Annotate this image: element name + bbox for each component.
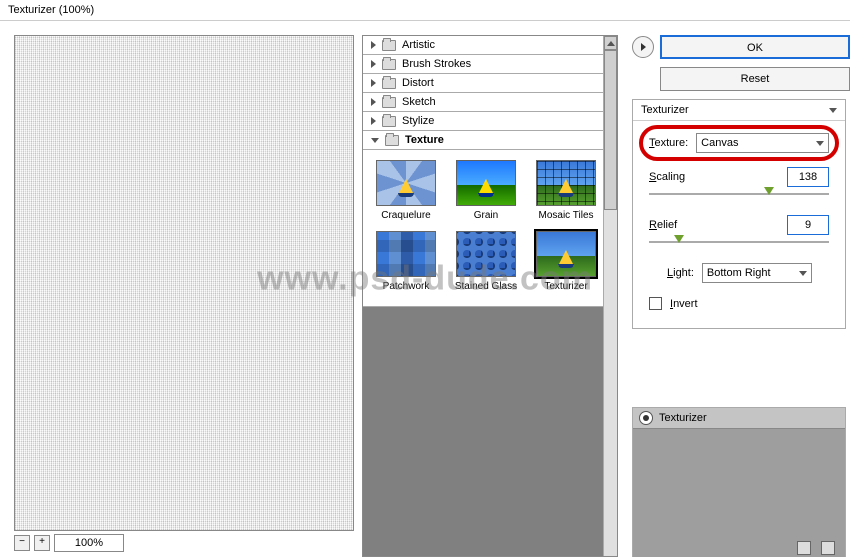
filter-panel: Artistic Brush Strokes Distort Sketch St	[362, 35, 618, 557]
scaling-input[interactable]	[787, 167, 829, 187]
thumb-grain[interactable]: Grain	[451, 160, 521, 221]
category-label: Sketch	[402, 96, 436, 108]
chevron-right-icon	[371, 41, 376, 49]
effect-layer-name: Texturizer	[659, 412, 707, 424]
delete-effect-layer-button[interactable]	[821, 541, 835, 555]
thumb-label: Stained Glass	[451, 281, 521, 292]
invert-checkbox[interactable]	[649, 297, 662, 310]
category-artistic[interactable]: Artistic	[363, 36, 617, 55]
group-title: Texturizer	[641, 104, 689, 116]
canvas-texture-preview	[15, 36, 353, 530]
chevron-right-icon	[371, 60, 376, 68]
light-label: Light:	[667, 267, 694, 279]
category-sketch[interactable]: Sketch	[363, 93, 617, 112]
category-label: Texture	[405, 134, 444, 146]
thumb-stained-glass[interactable]: Stained Glass	[451, 231, 521, 292]
texture-thumb-grid: Craquelure Grain Mosaic Tiles Patchwork …	[363, 150, 617, 307]
invert-label: Invert	[670, 298, 698, 310]
zoom-field[interactable]	[54, 534, 124, 552]
thumb-label: Texturizer	[531, 281, 601, 292]
window-title: Texturizer (100%)	[0, 0, 850, 21]
preview-panel: − +	[0, 21, 362, 557]
scaling-slider[interactable]	[649, 187, 829, 201]
relief-slider[interactable]	[649, 235, 829, 249]
scaling-label: Scaling	[649, 171, 685, 183]
new-effect-layer-button[interactable]	[797, 541, 811, 555]
zoom-out-button[interactable]: −	[14, 535, 30, 551]
preview-area[interactable]	[14, 35, 354, 531]
chevron-down-icon	[371, 138, 379, 143]
thumb-craquelure[interactable]: Craquelure	[371, 160, 441, 221]
relief-input[interactable]	[787, 215, 829, 235]
chevron-right-icon	[641, 43, 646, 51]
scroll-thumb[interactable]	[604, 50, 617, 210]
category-distort[interactable]: Distort	[363, 74, 617, 93]
settings-panel: OK Reset Texturizer Texture: Canvas	[618, 21, 850, 557]
texture-select[interactable]: Canvas	[696, 133, 829, 153]
folder-icon	[382, 40, 396, 51]
folder-icon	[382, 97, 396, 108]
thumb-label: Mosaic Tiles	[531, 210, 601, 221]
thumb-label: Craquelure	[371, 210, 441, 221]
expand-toggle-button[interactable]	[632, 36, 654, 58]
chevron-right-icon	[371, 98, 376, 106]
visibility-eye-icon[interactable]	[639, 411, 653, 425]
reset-button[interactable]: Reset	[660, 67, 850, 91]
chevron-right-icon	[371, 79, 376, 87]
category-label: Artistic	[402, 39, 435, 51]
chevron-down-icon	[816, 141, 824, 146]
zoom-in-button[interactable]: +	[34, 535, 50, 551]
category-label: Distort	[402, 77, 434, 89]
thumb-label: Grain	[451, 210, 521, 221]
light-value: Bottom Right	[707, 267, 771, 279]
light-select[interactable]: Bottom Right	[702, 263, 812, 283]
filter-scrollbar[interactable]	[603, 36, 617, 556]
zoom-bar: − +	[14, 531, 354, 553]
folder-icon	[382, 116, 396, 127]
slider-thumb-icon[interactable]	[764, 187, 774, 195]
folder-icon	[382, 78, 396, 89]
texture-value: Canvas	[701, 137, 738, 149]
filter-category-list: Artistic Brush Strokes Distort Sketch St	[363, 36, 617, 307]
category-label: Stylize	[402, 115, 434, 127]
texturizer-group: Texturizer Texture: Canvas Scaling	[632, 99, 846, 329]
chevron-down-icon	[799, 271, 807, 276]
group-header[interactable]: Texturizer	[633, 100, 845, 121]
folder-icon	[385, 135, 399, 146]
category-stylize[interactable]: Stylize	[363, 112, 617, 131]
category-texture[interactable]: Texture	[363, 131, 617, 150]
effect-layer-row[interactable]: Texturizer	[633, 408, 845, 429]
scroll-up-icon[interactable]	[604, 36, 617, 50]
thumb-mosaic-tiles[interactable]: Mosaic Tiles	[531, 160, 601, 221]
relief-label: Relief	[649, 219, 677, 231]
texture-label: Texture:	[649, 137, 688, 149]
thumb-texturizer[interactable]: Texturizer	[531, 231, 601, 292]
effect-layers-panel: Texturizer	[632, 407, 846, 557]
folder-icon	[382, 59, 396, 70]
thumb-patchwork[interactable]: Patchwork	[371, 231, 441, 292]
main-container: − + Artistic Brush Strokes Distort	[0, 21, 850, 557]
category-brush-strokes[interactable]: Brush Strokes	[363, 55, 617, 74]
thumb-label: Patchwork	[371, 281, 441, 292]
ok-button[interactable]: OK	[660, 35, 850, 59]
slider-thumb-icon[interactable]	[674, 235, 684, 243]
category-label: Brush Strokes	[402, 58, 471, 70]
chevron-down-icon	[829, 108, 837, 113]
chevron-right-icon	[371, 117, 376, 125]
